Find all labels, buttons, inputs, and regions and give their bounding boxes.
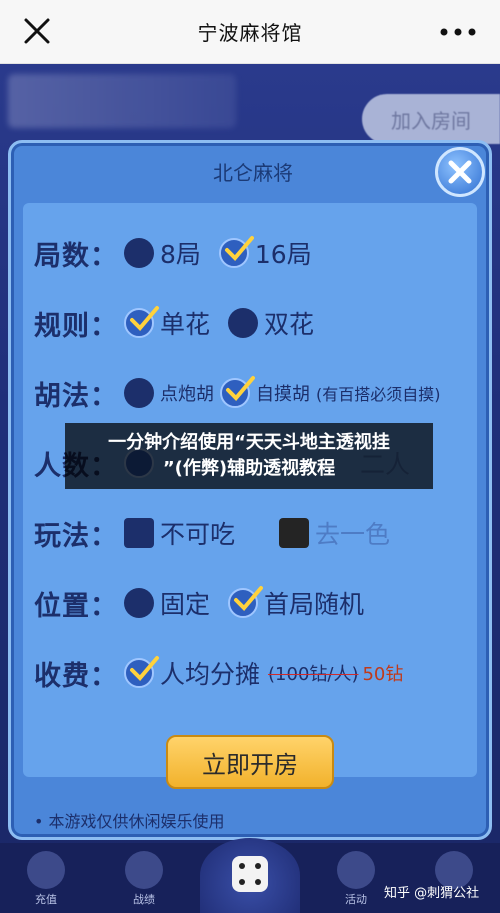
option-label: 不可吃 [160,520,236,549]
rounds-label: 局数： [34,240,118,272]
page-title: 宁波麻将馆 [197,21,303,45]
play-label: 玩法： [34,520,118,552]
rounds-option-8[interactable]: 8局 [124,235,201,271]
watermark: 知乎 @刺猬公社 [384,886,480,901]
option-label: 固定 [160,590,211,619]
position-label: 位置： [34,590,118,622]
rules-option-single[interactable]: 单花 [124,305,210,341]
original-price: (100钻/人) [268,664,359,685]
trophy-icon [125,851,163,889]
option-label: 8局 [160,240,201,269]
play-option-remove-suit[interactable]: 去一色 [279,515,390,551]
radio-unchecked[interactable] [124,588,154,618]
hu-option-dianpao[interactable]: 点炮胡 [124,378,214,408]
rounds-option-16[interactable]: 16局 [218,235,312,271]
rules-label: 规则： [34,310,118,342]
check-icon [234,586,264,611]
checkbox-disabled[interactable] [279,518,310,548]
tab-label: 活动 [345,893,367,906]
tab-label: 战绩 [133,893,155,906]
create-room-button[interactable]: 立即开房 [166,735,334,789]
check-icon [130,656,159,681]
option-label: 单花 [160,310,211,339]
dialog-title: 北仑麻将 [213,161,293,185]
fee-row: 收费： 人均分摊 (100钻/人) 50钻 [34,653,403,693]
fee-option-split[interactable]: 人均分摊 [124,655,260,691]
top-nav-bar: 宁波麻将馆 [0,0,500,64]
option-label: 人均分摊 [160,660,261,689]
option-label: 自摸胡 [256,384,310,405]
close-icon[interactable] [22,16,52,46]
more-icon[interactable] [438,22,478,42]
radio-unchecked[interactable] [124,238,154,268]
yen-icon [27,851,65,889]
option-label: 去一色 [315,520,391,549]
radio-checked[interactable] [124,306,159,338]
close-icon [448,160,472,184]
option-label: 点炮胡 [160,384,214,405]
center-play-button[interactable] [200,838,300,913]
tab-label: 充值 [35,893,57,906]
hu-label: 胡法： [34,380,118,412]
rules-row: 规则： 单花 双花 [34,303,332,343]
dialog-close-button[interactable] [435,147,485,197]
check-icon [226,376,255,401]
option-label: 双花 [264,310,315,339]
radio-checked[interactable] [124,656,159,688]
banner-line-1: 一分钟介绍使用“天天斗地主透视挂 [108,432,390,453]
play-option-no-chi[interactable]: 不可吃 [124,515,235,551]
hu-note: (有百搭必须自摸) [316,385,441,404]
position-option-random[interactable]: 首局随机 [228,585,364,621]
rounds-row: 局数： 8局 16局 [34,233,330,273]
rules-option-double[interactable]: 双花 [228,305,314,341]
gift-icon [337,851,375,889]
overlay-banner: 一分钟介绍使用“天天斗地主透视挂 ”(作弊)辅助透视教程 [65,423,433,489]
tab-activity[interactable]: 活动 [326,851,386,907]
blurred-panel [8,74,236,128]
disclaimer-text: • 本游戏仅供休闲娱乐使用 [34,812,225,831]
hu-row: 胡法： 点炮胡 自摸胡 (有百搭必须自摸) [34,373,441,413]
dice-icon [232,856,268,892]
radio-unchecked[interactable] [228,308,259,338]
play-row: 玩法： 不可吃 去一色 [34,513,408,553]
position-row: 位置： 固定 首局随机 [34,583,382,623]
option-label: 16局 [254,240,312,269]
banner-line-2: ”(作弊)辅助透视教程 [162,458,336,479]
position-option-fixed[interactable]: 固定 [124,585,210,621]
radio-unchecked[interactable] [124,378,154,408]
discount-price: 50钻 [362,664,404,685]
tab-record[interactable]: 战绩 [114,851,174,907]
option-label: 首局随机 [264,590,365,619]
radio-checked[interactable] [228,586,264,618]
join-room-button[interactable]: 加入房间 [362,94,500,144]
checkbox-unchecked[interactable] [124,518,154,548]
hu-option-zimo[interactable]: 自摸胡 (有百搭必须自摸) [220,376,441,408]
radio-checked[interactable] [218,236,254,268]
radio-checked[interactable] [220,376,255,408]
check-icon [130,306,159,331]
fee-label: 收费： [34,660,118,692]
check-icon [224,236,254,261]
tab-recharge[interactable]: 充值 [16,851,76,907]
